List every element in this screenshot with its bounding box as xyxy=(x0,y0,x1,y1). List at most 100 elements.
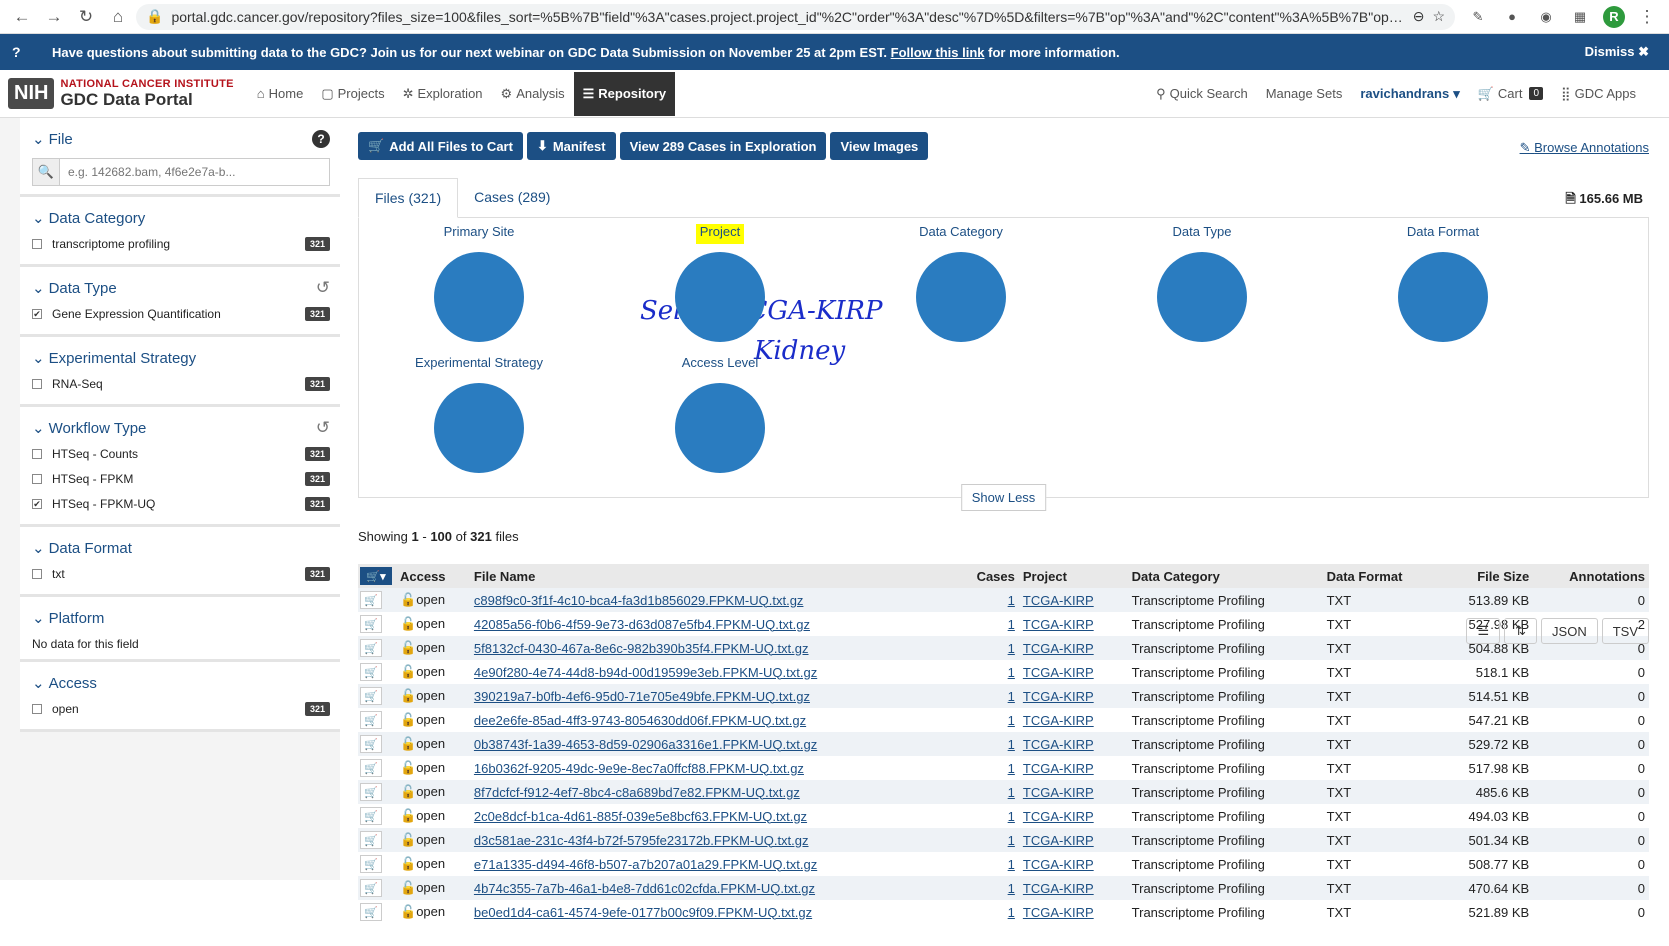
cases-link[interactable]: 1 xyxy=(1008,833,1015,848)
checkbox[interactable] xyxy=(32,703,42,714)
add-to-cart-button[interactable]: 🛒 xyxy=(360,687,382,705)
help-icon[interactable]: ? xyxy=(312,130,330,148)
zoom-icon[interactable]: ⊖ xyxy=(1413,8,1425,25)
facet-toggle[interactable]: ⌄ Experimental Strategy xyxy=(32,349,196,368)
file-name-link[interactable]: c898f9c0-3f1f-4c10-bca4-fa3d1b856029.FPK… xyxy=(474,593,804,608)
add-to-cart-button[interactable]: 🛒 xyxy=(360,879,382,897)
file-name-link[interactable]: 16b0362f-9205-49dc-9e9e-8ec7a0ffcf88.FPK… xyxy=(474,761,804,776)
view-images-button[interactable]: View Images xyxy=(830,132,929,160)
facet-toggle[interactable]: ⌄ Data Category xyxy=(32,209,145,228)
cases-link[interactable]: 1 xyxy=(1008,737,1015,752)
project-link[interactable]: TCGA-KIRP xyxy=(1023,689,1094,704)
file-name-link[interactable]: 8f7dcfcf-f912-4ef7-8bc4-c8a689bd7e82.FPK… xyxy=(474,785,800,800)
project-link[interactable]: TCGA-KIRP xyxy=(1023,665,1094,680)
facet-option[interactable]: HTSeq - FPKM 321 xyxy=(32,466,330,491)
show-less-button[interactable]: Show Less xyxy=(960,484,1047,511)
nav-home[interactable]: ⌂ Home xyxy=(248,72,313,116)
cases-link[interactable]: 1 xyxy=(1008,905,1015,920)
project-link[interactable]: TCGA-KIRP xyxy=(1023,617,1094,632)
project-link[interactable]: TCGA-KIRP xyxy=(1023,641,1094,656)
nav-projects[interactable]: ▢ Projects xyxy=(312,72,393,116)
cases-link[interactable]: 1 xyxy=(1008,593,1015,608)
extension-icon[interactable]: ◉ xyxy=(1535,6,1557,28)
add-to-cart-button[interactable]: 🛒 xyxy=(360,807,382,825)
col-cases[interactable]: Cases xyxy=(954,564,1019,588)
cases-link[interactable]: 1 xyxy=(1008,665,1015,680)
json-export-button[interactable]: JSON xyxy=(1541,618,1598,644)
gdc-apps[interactable]: ⣿ GDC Apps xyxy=(1552,72,1645,116)
file-name-link[interactable]: 0b38743f-1a39-4653-8d59-02906a3316e1.FPK… xyxy=(474,737,817,752)
project-link[interactable]: TCGA-KIRP xyxy=(1023,881,1094,896)
cart-dropdown-button[interactable]: 🛒▾ xyxy=(360,567,392,585)
add-to-cart-button[interactable]: 🛒 xyxy=(360,591,382,609)
cases-link[interactable]: 1 xyxy=(1008,857,1015,872)
back-icon[interactable]: ← xyxy=(8,3,36,31)
file-search-input[interactable] xyxy=(60,158,330,186)
checkbox[interactable]: ✔ xyxy=(32,498,42,509)
col-project[interactable]: Project xyxy=(1018,564,1128,588)
checkbox[interactable] xyxy=(32,378,42,389)
checkbox[interactable]: ✔ xyxy=(32,308,42,319)
file-name-link[interactable]: 4e90f280-4e74-44d8-b94d-00d19599e3eb.FPK… xyxy=(474,665,817,680)
nav-analysis[interactable]: ⚙ Analysis xyxy=(492,72,574,116)
tab-cases[interactable]: Cases (289) xyxy=(458,177,566,217)
file-name-link[interactable]: d3c581ae-231c-43f4-b72f-5795fe23172b.FPK… xyxy=(474,833,809,848)
extension-icon[interactable]: ▦ xyxy=(1569,6,1591,28)
checkbox[interactable] xyxy=(32,448,42,459)
facet-option[interactable]: txt 321 xyxy=(32,561,330,586)
cases-link[interactable]: 1 xyxy=(1008,689,1015,704)
cases-link[interactable]: 1 xyxy=(1008,881,1015,896)
sort-icon[interactable]: ⇅ xyxy=(1504,618,1538,644)
facet-option[interactable]: open 321 xyxy=(32,696,330,721)
cases-link[interactable]: 1 xyxy=(1008,617,1015,632)
pie-chart[interactable] xyxy=(434,252,524,342)
manifest-button[interactable]: ⬇ Manifest xyxy=(526,132,616,160)
col-annotations[interactable]: Annotations xyxy=(1533,564,1649,588)
project-link[interactable]: TCGA-KIRP xyxy=(1023,785,1094,800)
facet-option[interactable]: ✔ HTSeq - FPKM-UQ 321 xyxy=(32,491,330,516)
checkbox[interactable] xyxy=(32,473,42,484)
facet-toggle[interactable]: ⌄ Data Type xyxy=(32,279,117,298)
file-name-link[interactable]: 5f8132cf-0430-467a-8e6c-982b390b35f4.FPK… xyxy=(474,641,809,656)
pie-chart[interactable] xyxy=(675,252,765,342)
file-name-link[interactable]: 2c0e8dcf-b1ca-4d61-885f-039e5e8bcf63.FPK… xyxy=(474,809,807,824)
add-to-cart-button[interactable]: 🛒 xyxy=(360,615,382,633)
facet-toggle[interactable]: ⌄ File xyxy=(32,130,73,149)
nav-exploration[interactable]: ✲ Exploration xyxy=(394,72,492,116)
add-all-files-button[interactable]: 🛒 Add All Files to Cart xyxy=(358,132,523,160)
project-link[interactable]: TCGA-KIRP xyxy=(1023,713,1094,728)
col-file-name[interactable]: File Name xyxy=(469,564,955,588)
home-icon[interactable]: ⌂ xyxy=(104,3,132,31)
add-to-cart-button[interactable]: 🛒 xyxy=(360,903,382,921)
checkbox[interactable] xyxy=(32,568,42,579)
reload-icon[interactable]: ↻ xyxy=(72,3,100,31)
facet-toggle[interactable]: ⌄ Workflow Type xyxy=(32,419,146,438)
cases-link[interactable]: 1 xyxy=(1008,761,1015,776)
quick-search[interactable]: ⚲ Quick Search xyxy=(1147,72,1257,116)
add-to-cart-button[interactable]: 🛒 xyxy=(360,831,382,849)
add-to-cart-button[interactable]: 🛒 xyxy=(360,735,382,753)
columns-icon[interactable]: ☰ xyxy=(1466,618,1501,644)
banner-link[interactable]: Follow this link xyxy=(891,45,985,60)
facet-option[interactable]: HTSeq - Counts 321 xyxy=(32,441,330,466)
dismiss-button[interactable]: Dismiss ✖ xyxy=(1585,44,1657,60)
add-to-cart-button[interactable]: 🛒 xyxy=(360,783,382,801)
reset-icon[interactable]: ↺ xyxy=(316,278,330,298)
add-to-cart-button[interactable]: 🛒 xyxy=(360,759,382,777)
pie-chart[interactable] xyxy=(916,252,1006,342)
tsv-export-button[interactable]: TSV xyxy=(1601,618,1649,644)
project-link[interactable]: TCGA-KIRP xyxy=(1023,761,1094,776)
facet-toggle[interactable]: ⌄ Platform xyxy=(32,609,104,628)
facet-toggle[interactable]: ⌄ Access xyxy=(32,674,97,693)
nav-cart[interactable]: 🛒 Cart 0 xyxy=(1469,72,1552,116)
project-link[interactable]: TCGA-KIRP xyxy=(1023,857,1094,872)
file-name-link[interactable]: e71a1335-d494-46f8-b507-a7b207a01a29.FPK… xyxy=(474,857,817,872)
add-to-cart-button[interactable]: 🛒 xyxy=(360,639,382,657)
file-name-link[interactable]: dee2e6fe-85ad-4ff3-9743-8054630dd06f.FPK… xyxy=(474,713,806,728)
col-data-format[interactable]: Data Format xyxy=(1322,564,1439,588)
add-to-cart-button[interactable]: 🛒 xyxy=(360,711,382,729)
file-name-link[interactable]: 390219a7-b0fb-4ef6-95d0-71e705e49bfe.FPK… xyxy=(474,689,810,704)
forward-icon[interactable]: → xyxy=(40,3,68,31)
project-link[interactable]: TCGA-KIRP xyxy=(1023,593,1094,608)
cases-link[interactable]: 1 xyxy=(1008,713,1015,728)
